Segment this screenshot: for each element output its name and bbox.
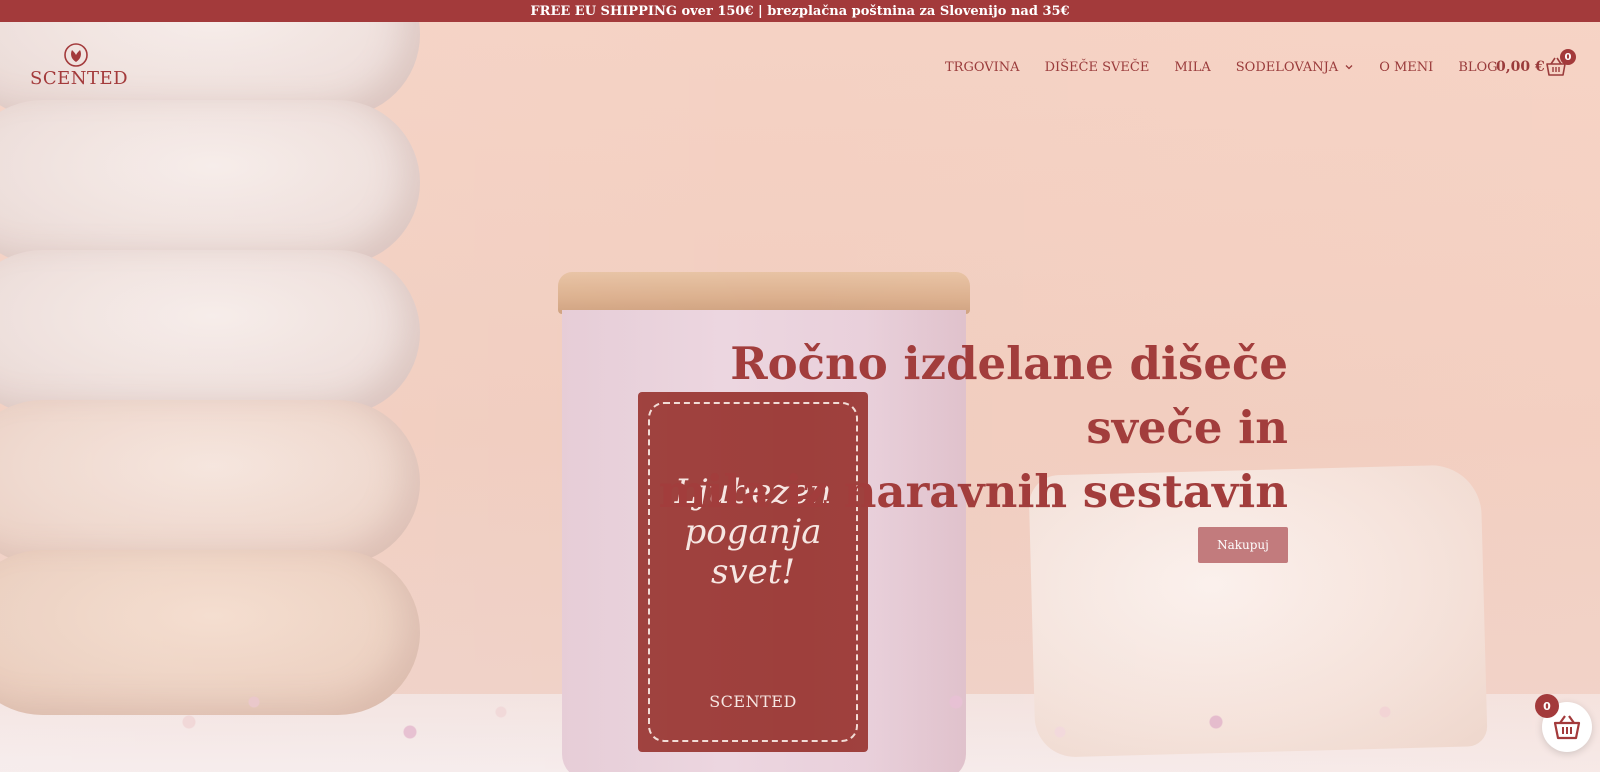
basket-icon	[1553, 715, 1581, 740]
chevron-down-icon	[1345, 65, 1353, 70]
nav-item-mila[interactable]: MILA	[1174, 60, 1210, 75]
hero-title-line-1: Ročno izdelane dišeče	[730, 337, 1288, 390]
hero-title: Ročno izdelane dišeče sveče in mila iz n…	[620, 332, 1288, 524]
main-nav: TRGOVINA DIŠEČE SVEČE MILA SODELOVANJA O…	[945, 56, 1498, 78]
candle-label-brand: SCENTED	[709, 692, 797, 711]
hero-title-line-2: sveče in	[1086, 401, 1288, 454]
announcement-text: FREE EU SHIPPING over 150€ | brezplačna …	[530, 3, 1070, 19]
site-header: SCENTED TRGOVINA DIŠEČE SVEČE MILA SODEL…	[0, 22, 1600, 112]
announcement-bar: FREE EU SHIPPING over 150€ | brezplačna …	[0, 0, 1600, 22]
nav-item-sodelovanja[interactable]: SODELOVANJA	[1236, 60, 1354, 75]
floating-cart-count-badge: 0	[1535, 694, 1559, 718]
hero-table-surface	[0, 694, 1600, 772]
nav-item-trgovina[interactable]: TRGOVINA	[945, 60, 1020, 75]
cart-count-badge: 0	[1560, 49, 1576, 65]
shop-now-button[interactable]: Nakupuj	[1198, 527, 1288, 563]
cart-total[interactable]: 0,00 €	[1496, 56, 1545, 78]
rose-icon	[64, 43, 88, 67]
nav-item-o-meni[interactable]: O MENI	[1379, 60, 1433, 75]
hero-title-line-3: mila iz naravnih sestavin	[658, 465, 1288, 518]
nav-item-disece-sveče[interactable]: DIŠEČE SVEČE	[1045, 60, 1150, 75]
site-logo[interactable]: SCENTED	[30, 42, 129, 92]
dried-flowers	[150, 662, 1450, 762]
logo-wordmark: SCENTED	[30, 68, 129, 89]
hero-vase-image	[0, 22, 420, 722]
nav-item-blog[interactable]: BLOG	[1458, 60, 1497, 75]
candle-lid	[558, 272, 970, 314]
